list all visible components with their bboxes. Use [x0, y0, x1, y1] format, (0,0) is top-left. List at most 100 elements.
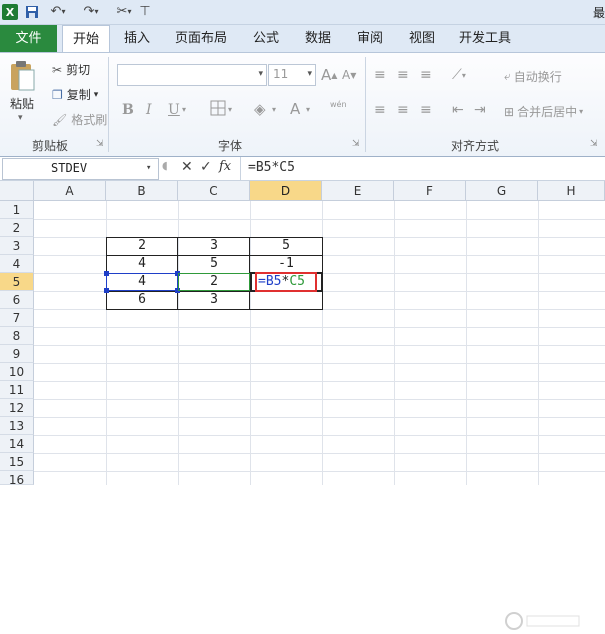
cell-c6[interactable]: 3 — [178, 291, 250, 309]
undo-icon[interactable]: ↶ ▾ — [45, 3, 71, 20]
phonetic-button[interactable]: wén — [330, 100, 347, 109]
column-header-c[interactable]: C — [178, 181, 250, 201]
insert-function-icon[interactable]: fx — [219, 159, 231, 174]
quick-access-toolbar: X ↶ ▾ ↷ ▾ ✂ ▾ ⊤ 最 — [0, 0, 605, 25]
reference-handle[interactable] — [104, 271, 109, 276]
cell-c4[interactable]: 5 — [178, 255, 250, 273]
row-header-11[interactable]: 11 — [0, 381, 34, 399]
row-header-6[interactable]: 6 — [0, 291, 34, 309]
copy-dropdown-icon[interactable]: ▾ — [94, 90, 99, 100]
paste-dropdown-icon[interactable]: ▾ — [18, 113, 23, 123]
row-header-14[interactable]: 14 — [0, 435, 34, 453]
tab-review[interactable]: 审阅 — [348, 25, 392, 52]
align-bottom-icon[interactable]: ≡ — [420, 67, 432, 83]
shrink-font-button[interactable]: A ▼ — [342, 68, 356, 82]
tab-developer[interactable]: 开发工具 — [452, 25, 518, 52]
cell-b6[interactable]: 6 — [106, 291, 178, 309]
tab-insert[interactable]: 插入 — [114, 25, 160, 52]
underline-dropdown-icon[interactable]: ▾ — [182, 105, 186, 114]
column-header-d[interactable]: D — [250, 181, 322, 201]
column-header-e[interactable]: E — [322, 181, 394, 201]
font-size-dropdown[interactable]: 11 ▾ — [268, 64, 316, 86]
bold-button[interactable]: B — [122, 102, 134, 118]
align-top-icon[interactable]: ≡ — [374, 67, 386, 83]
enter-formula-icon[interactable]: ✓ — [200, 159, 212, 175]
decrease-indent-icon[interactable]: ⇤ — [452, 102, 464, 118]
row-header-9[interactable]: 9 — [0, 345, 34, 363]
alignment-group-label: 对齐方式 — [450, 139, 499, 153]
name-box-dropdown-icon[interactable]: ▾ — [146, 163, 151, 173]
row-header-10[interactable]: 10 — [0, 363, 34, 381]
customize-toolbar-icon[interactable]: ⊤ — [139, 3, 150, 20]
alignment-launcher-icon[interactable]: ⇲ — [590, 139, 598, 149]
merge-dropdown-icon[interactable]: ▾ — [579, 107, 583, 116]
clipboard-launcher-icon[interactable]: ⇲ — [96, 139, 104, 149]
font-name-dropdown[interactable]: ▾ — [117, 64, 267, 86]
increase-indent-icon[interactable]: ⇥ — [474, 102, 486, 118]
grow-font-button[interactable]: A ▲ — [321, 66, 337, 84]
row-header-16[interactable]: 16 — [0, 471, 34, 487]
borders-icon[interactable] — [210, 100, 226, 116]
tab-page-layout[interactable]: 页面布局 — [168, 25, 234, 52]
font-color-button[interactable]: A — [290, 100, 300, 118]
copy-button[interactable]: ❐ 复制 ▾ — [52, 86, 98, 103]
align-left-icon[interactable]: ≡ — [374, 102, 386, 118]
align-right-icon[interactable]: ≡ — [420, 102, 432, 118]
tab-file[interactable]: 文件 — [0, 25, 57, 52]
font-launcher-icon[interactable]: ⇲ — [352, 139, 360, 149]
cell-d5-editor[interactable]: =B5*C5 — [258, 273, 305, 291]
row-header-5[interactable]: 5 — [0, 273, 34, 291]
row-header-4[interactable]: 4 — [0, 255, 34, 273]
fill-color-icon[interactable]: ◈ — [254, 100, 266, 118]
formula-input[interactable]: =B5*C5 — [248, 160, 295, 175]
cancel-formula-icon[interactable]: ✕ — [181, 159, 193, 175]
resize-handle-icon[interactable]: ◖ — [162, 159, 168, 172]
cell-d4[interactable]: -1 — [250, 255, 322, 273]
column-header-b[interactable]: B — [106, 181, 178, 201]
align-center-icon[interactable]: ≡ — [397, 102, 409, 118]
tools-icon[interactable]: ✂ ▾ — [112, 3, 136, 20]
underline-button[interactable]: U — [168, 102, 180, 118]
tab-home[interactable]: 开始 — [62, 25, 110, 53]
italic-button[interactable]: I — [146, 102, 152, 118]
cell-b3[interactable]: 2 — [106, 237, 178, 255]
merge-center-button[interactable]: ⊞ 合并后居中 ▾ — [504, 103, 583, 120]
cell-c3[interactable]: 3 — [178, 237, 250, 255]
cell-b4[interactable]: 4 — [106, 255, 178, 273]
fill-color-dropdown-icon[interactable]: ▾ — [272, 105, 276, 114]
row-header-1[interactable]: 1 — [0, 201, 34, 219]
cut-button[interactable]: ✂ 剪切 — [52, 61, 90, 78]
row-header-12[interactable]: 12 — [0, 399, 34, 417]
wrap-text-button[interactable]: ⤶ 自动换行 — [504, 68, 562, 85]
formula-divider — [240, 157, 241, 180]
row-header-2[interactable]: 2 — [0, 219, 34, 237]
column-header-f[interactable]: F — [394, 181, 466, 201]
clipboard-paste-icon[interactable] — [8, 59, 38, 93]
font-color-dropdown-icon[interactable]: ▾ — [306, 105, 310, 114]
column-header-h[interactable]: H — [538, 181, 605, 201]
name-box[interactable]: STDEV ▾ — [2, 158, 159, 180]
row-header-7[interactable]: 7 — [0, 309, 34, 327]
orientation-icon[interactable]: ⟋ ▾ — [452, 67, 466, 83]
select-all-corner[interactable] — [0, 181, 34, 201]
row-header-15[interactable]: 15 — [0, 453, 34, 471]
excel-logo-icon: X — [2, 4, 18, 20]
tab-data[interactable]: 数据 — [296, 25, 340, 52]
tab-view[interactable]: 视图 — [400, 25, 444, 52]
row-header-8[interactable]: 8 — [0, 327, 34, 345]
borders-dropdown-icon[interactable]: ▾ — [228, 105, 232, 114]
cell-d3[interactable]: 5 — [250, 237, 322, 255]
column-header-g[interactable]: G — [466, 181, 538, 201]
window-title: 最 — [592, 6, 605, 20]
redo-icon[interactable]: ↷ ▾ — [78, 3, 104, 20]
save-icon[interactable] — [24, 3, 40, 20]
row-header-13[interactable]: 13 — [0, 417, 34, 435]
reference-handle[interactable] — [104, 288, 109, 293]
worksheet-grid[interactable]: A B C D E F G H 1 2 3 4 5 6 7 8 9 10 11 … — [0, 181, 605, 630]
row-header-3[interactable]: 3 — [0, 237, 34, 255]
format-painter-button[interactable]: 🖌 格式刷 — [52, 111, 107, 128]
column-header-a[interactable]: A — [34, 181, 106, 201]
paste-button[interactable]: 粘贴 — [10, 95, 34, 112]
tab-formulas[interactable]: 公式 — [244, 25, 288, 52]
align-middle-icon[interactable]: ≡ — [397, 67, 409, 83]
